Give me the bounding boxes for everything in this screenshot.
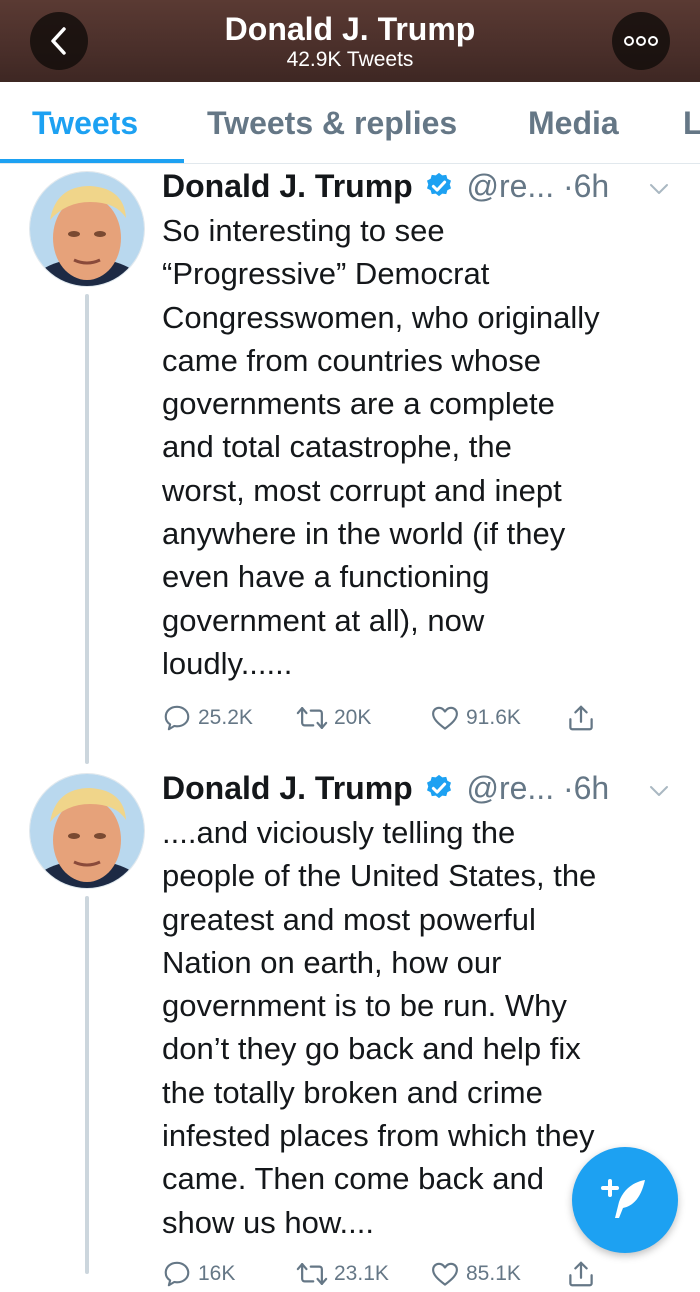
tweet-line: the totally broken and crime bbox=[162, 1074, 543, 1110]
like-count: 91.6K bbox=[466, 706, 521, 729]
share-icon bbox=[569, 705, 593, 731]
avatar[interactable] bbox=[30, 774, 144, 888]
reply-count: 25.2K bbox=[198, 706, 253, 729]
compose-tweet-icon bbox=[601, 1179, 645, 1218]
tweet-text: So interesting to see “Progressive” Demo… bbox=[162, 209, 682, 685]
reply-button[interactable]: 16K bbox=[162, 1256, 235, 1292]
tweet-line: and total catastrophe, the bbox=[162, 429, 512, 465]
chevron-down-icon[interactable] bbox=[648, 178, 670, 200]
tweet-line: came from countries whose bbox=[162, 342, 542, 378]
like-button[interactable]: 91.6K bbox=[430, 700, 521, 736]
reply-icon bbox=[164, 1261, 190, 1287]
tweet-count: 42.9K Tweets bbox=[286, 48, 414, 71]
tab-media[interactable]: Media bbox=[528, 82, 619, 163]
tweet-line: anywhere in the world (if they bbox=[162, 516, 566, 552]
tweet-line: people of the United States, the bbox=[162, 858, 597, 894]
separator-dot: · bbox=[562, 770, 574, 806]
heart-icon bbox=[432, 706, 458, 730]
retweet-icon bbox=[296, 707, 328, 729]
tab-tweets-and-replies[interactable]: Tweets & replies bbox=[207, 82, 457, 163]
share-icon bbox=[569, 1261, 593, 1287]
retweet-count: 20K bbox=[334, 706, 372, 729]
ellipsis-icon bbox=[624, 36, 658, 46]
tab-tweets[interactable]: Tweets bbox=[32, 82, 138, 163]
tweet-line: “Progressive” Democrat bbox=[162, 256, 490, 292]
chevron-left-icon bbox=[51, 27, 66, 55]
share-button[interactable] bbox=[566, 1256, 602, 1292]
author-handle[interactable]: @re... bbox=[466, 770, 554, 806]
tweet-line: loudly...... bbox=[162, 645, 293, 681]
author-name[interactable]: Donald J. Trump bbox=[162, 770, 413, 806]
thread-line bbox=[85, 294, 89, 764]
tweet-line: Nation on earth, how our bbox=[162, 944, 502, 980]
retweet-button[interactable]: 20K bbox=[296, 700, 371, 736]
tweet-time: 6h bbox=[573, 770, 610, 806]
author-handle[interactable]: @re... bbox=[466, 168, 554, 204]
back-button[interactable] bbox=[30, 12, 88, 70]
compose-tweet-button[interactable] bbox=[572, 1147, 678, 1253]
tweet-actions: 16K 23.1K 85.1K bbox=[162, 1256, 662, 1292]
tweet-line: ....and viciously telling the bbox=[162, 815, 516, 850]
tweet-header: Donald J. Trump @re... ·6h bbox=[162, 768, 609, 808]
tweet-line: government at all), now bbox=[162, 602, 485, 638]
tweet-line: greatest and most powerful bbox=[162, 901, 536, 937]
tweet-line: don’t they go back and help fix bbox=[162, 1031, 581, 1067]
verified-badge-icon bbox=[426, 172, 451, 197]
separator-dot: · bbox=[562, 168, 574, 204]
tweet[interactable]: Donald J. Trump @re... ·6h So interestin… bbox=[0, 164, 700, 764]
retweet-button[interactable]: 23.1K bbox=[296, 1256, 389, 1292]
profile-photo-icon bbox=[30, 774, 144, 888]
tweet-line: worst, most corrupt and inept bbox=[162, 472, 562, 508]
heart-icon bbox=[432, 1262, 458, 1286]
tweet-header: Donald J. Trump @re... ·6h bbox=[162, 166, 609, 206]
retweet-icon bbox=[296, 1263, 328, 1285]
profile-header: Donald J. Trump 42.9K Tweets bbox=[0, 0, 700, 82]
profile-tabs: Tweets Tweets & replies Media L bbox=[0, 82, 700, 164]
tab-likes[interactable]: L bbox=[683, 82, 700, 163]
tweet-line: Congresswomen, who originally bbox=[162, 299, 600, 335]
reply-count: 16K bbox=[198, 1262, 236, 1285]
share-button[interactable] bbox=[566, 700, 602, 736]
reply-button[interactable]: 25.2K bbox=[162, 700, 253, 736]
like-count: 85.1K bbox=[466, 1262, 521, 1285]
reply-icon bbox=[164, 705, 190, 731]
thread-line bbox=[85, 896, 89, 1274]
like-button[interactable]: 85.1K bbox=[430, 1256, 521, 1292]
tweet-line: even have a functioning bbox=[162, 559, 490, 595]
tweet-line: governments are a complete bbox=[162, 386, 555, 422]
avatar[interactable] bbox=[30, 172, 144, 286]
retweet-count: 23.1K bbox=[334, 1262, 389, 1285]
author-name[interactable]: Donald J. Trump bbox=[162, 168, 413, 204]
active-tab-indicator bbox=[0, 159, 184, 163]
chevron-down-icon[interactable] bbox=[648, 780, 670, 802]
tweet-line: So interesting to see bbox=[162, 213, 445, 248]
tweet-time: 6h bbox=[573, 168, 610, 204]
header-title-block: Donald J. Trump 42.9K Tweets bbox=[150, 10, 550, 72]
tweet-line: government is to be run. Why bbox=[162, 988, 567, 1024]
more-options-button[interactable] bbox=[612, 12, 670, 70]
verified-badge-icon bbox=[426, 774, 451, 799]
profile-photo-icon bbox=[30, 172, 144, 286]
tweet-actions: 25.2K 20K 91.6K bbox=[162, 700, 662, 736]
profile-name: Donald J. Trump bbox=[224, 11, 476, 47]
